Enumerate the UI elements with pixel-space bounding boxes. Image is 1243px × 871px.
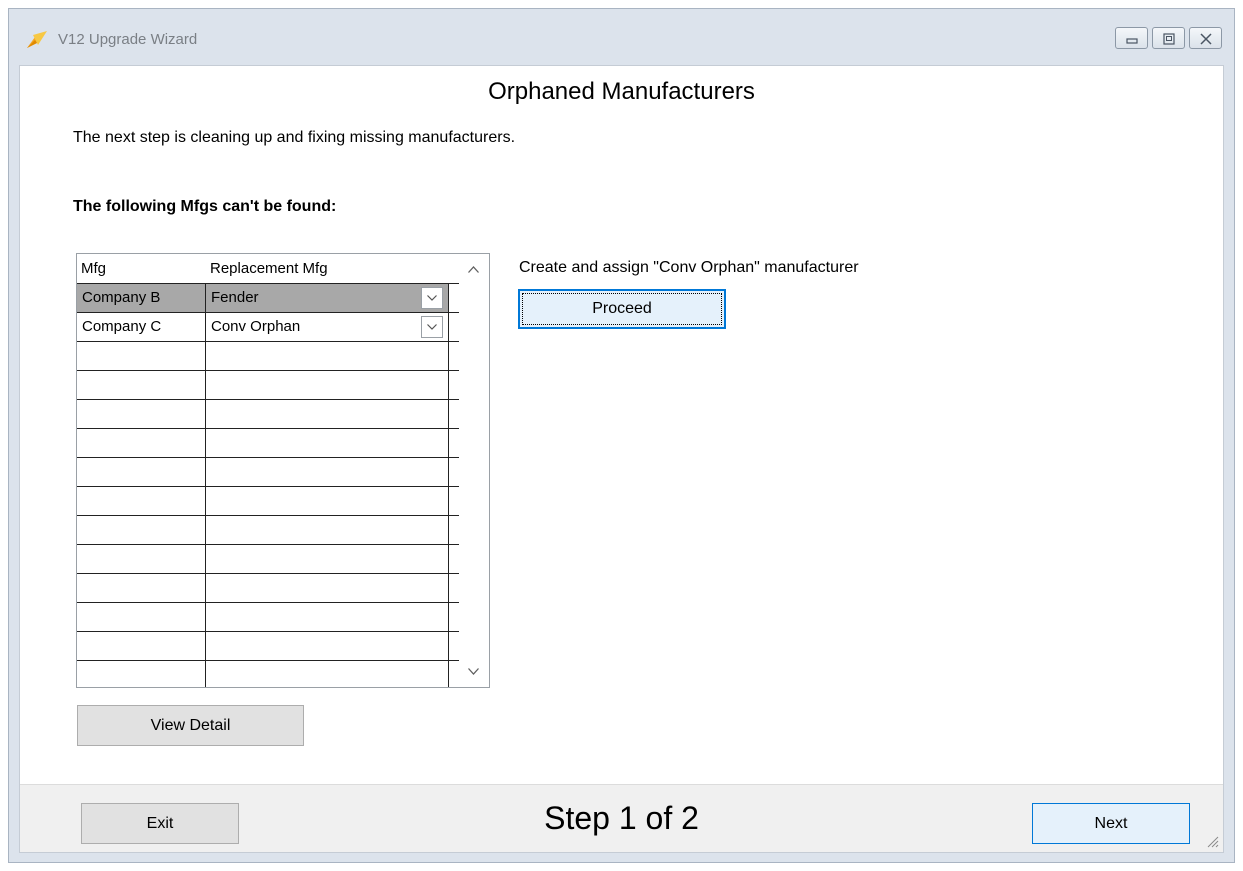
close-button[interactable] [1189, 27, 1222, 49]
replacement-mfg-cell[interactable]: Fender [206, 284, 448, 312]
minimize-icon [1126, 38, 1138, 44]
replacement-mfg-value: Conv Orphan [211, 318, 301, 335]
mfg-cell[interactable]: Company C [77, 313, 205, 341]
view-detail-button[interactable]: View Detail [77, 705, 304, 746]
wizard-window: V12 Upgrade Wizard Orphaned Manufacturer… [8, 8, 1235, 863]
empty-row[interactable] [77, 544, 459, 573]
table-row[interactable]: Company B Fender [77, 283, 459, 312]
next-button[interactable]: Next [1032, 803, 1190, 844]
intro-text: The next step is cleaning up and fixing … [73, 129, 516, 146]
empty-row[interactable] [77, 602, 459, 631]
replacement-dropdown-button[interactable] [421, 316, 443, 338]
maximize-icon [1163, 33, 1175, 45]
replacement-mfg-value: Fender [211, 289, 259, 306]
window-title: V12 Upgrade Wizard [58, 31, 198, 48]
replacement-dropdown-button[interactable] [421, 287, 443, 309]
column-header-mfg[interactable]: Mfg [81, 260, 106, 277]
grid-scrollbar[interactable] [459, 254, 489, 687]
column-divider [205, 283, 206, 687]
app-logo-icon [27, 31, 47, 49]
column-header-replacement-mfg[interactable]: Replacement Mfg [210, 260, 328, 277]
wizard-content: Orphaned Manufacturers The next step is … [19, 65, 1224, 853]
chevron-down-icon [427, 295, 437, 301]
empty-row[interactable] [77, 341, 459, 370]
empty-row[interactable] [77, 370, 459, 399]
column-divider [448, 283, 449, 687]
orphaned-mfg-grid[interactable]: Mfg Replacement Mfg Company B Fender Com… [76, 253, 490, 688]
create-orphan-label: Create and assign "Conv Orphan" manufact… [519, 259, 859, 276]
scroll-down-icon[interactable] [468, 668, 479, 675]
scroll-up-icon[interactable] [468, 266, 479, 273]
wizard-footer: Exit Step 1 of 2 Next [20, 784, 1223, 852]
replacement-mfg-cell[interactable]: Conv Orphan [206, 313, 448, 341]
table-row[interactable]: Company C Conv Orphan [77, 312, 459, 341]
empty-row[interactable] [77, 631, 459, 660]
resize-grip-icon[interactable] [1205, 834, 1219, 848]
title-bar[interactable]: V12 Upgrade Wizard [9, 9, 1234, 65]
chevron-down-icon [427, 324, 437, 330]
mfg-cell[interactable]: Company B [77, 284, 205, 312]
maximize-button[interactable] [1152, 27, 1185, 49]
minimize-button[interactable] [1115, 27, 1148, 49]
empty-row[interactable] [77, 486, 459, 515]
empty-row[interactable] [77, 660, 459, 689]
grid-header: Mfg Replacement Mfg [77, 254, 459, 283]
page-title: Orphaned Manufacturers [488, 78, 755, 105]
close-icon [1200, 33, 1212, 45]
empty-row[interactable] [77, 457, 459, 486]
empty-row[interactable] [77, 515, 459, 544]
empty-row[interactable] [77, 399, 459, 428]
missing-mfgs-label: The following Mfgs can't be found: [73, 198, 337, 215]
proceed-button[interactable]: Proceed [518, 289, 726, 329]
empty-row[interactable] [77, 573, 459, 602]
empty-row[interactable] [77, 428, 459, 457]
